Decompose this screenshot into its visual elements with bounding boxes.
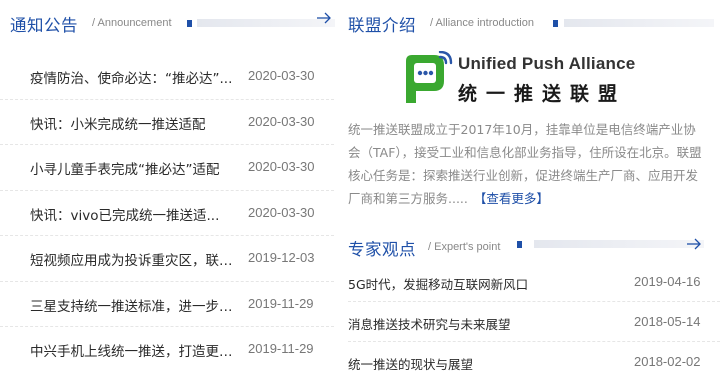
news-date: 2020-03-30 xyxy=(248,159,315,174)
news-title[interactable]: 疫情防治、使命必达：“推必达”... xyxy=(30,67,242,87)
expert-title-text[interactable]: 5G时代，发掘移动互联网新风口 xyxy=(348,274,528,293)
section-divider xyxy=(564,19,714,27)
chat-bubble-signal-icon xyxy=(406,51,453,103)
expert-date: 2019-04-16 xyxy=(634,274,701,289)
announcement-header: 通知公告 / Announcement xyxy=(0,0,335,35)
news-date: 2020-03-30 xyxy=(248,204,315,220)
expert-date: 2018-05-14 xyxy=(634,314,701,329)
announcement-panel: 通知公告 / Announcement 疫情防治、使命必达：“推必达”... 2… xyxy=(0,0,335,378)
alliance-intro: 统一推送联盟成立于2017年10月，挂靠单位是电信终端产业协会（TAF），接受工… xyxy=(348,118,708,210)
logo-name-cn: 统一推送联盟 xyxy=(458,83,627,105)
section-marker xyxy=(187,20,192,27)
arrow-right-icon[interactable] xyxy=(316,11,332,25)
news-item[interactable]: 中兴手机上线统一推送，打造更可... 2019-11-29 xyxy=(0,327,334,373)
news-title[interactable]: 中兴手机上线统一推送，打造更可... xyxy=(30,340,242,360)
expert-header: 专家观点 / Expert's point xyxy=(348,224,720,259)
news-date: 2020-03-30 xyxy=(248,113,315,129)
alliance-subtitle: / Alliance introduction xyxy=(430,17,534,29)
expert-item[interactable]: 统一推送的现状与展望 2018-02-02 xyxy=(348,342,720,378)
news-date: 2019-12-03 xyxy=(248,250,315,265)
news-item[interactable]: 小寻儿童手表完成“推必达”适配 2020-03-30 xyxy=(0,145,334,191)
section-marker xyxy=(553,20,558,27)
section-divider xyxy=(534,240,704,248)
expert-title: 专家观点 xyxy=(348,240,416,259)
alliance-title: 联盟介绍 xyxy=(348,16,416,35)
news-title[interactable]: 快讯：vivo已完成统一推送适... xyxy=(30,204,242,224)
news-title[interactable]: 短视频应用成为投诉重灾区，联盟... xyxy=(30,249,242,269)
news-date: 2020-03-30 xyxy=(248,68,315,83)
arrow-right-icon[interactable] xyxy=(686,237,702,251)
news-item[interactable]: 三星支持统一推送标准，进一步提... 2019-11-29 xyxy=(0,282,334,327)
alliance-logo: Unified Push Alliance 统一推送联盟 xyxy=(400,51,640,107)
announcement-title: 通知公告 xyxy=(10,16,78,35)
news-item[interactable]: 快讯：小米完成统一推送适配 2020-03-30 xyxy=(0,100,334,145)
news-date: 2019-11-29 xyxy=(248,341,314,356)
announcement-list: 疫情防治、使命必达：“推必达”... 2020-03-30 快讯：小米完成统一推… xyxy=(0,54,334,373)
news-title[interactable]: 小寻儿童手表完成“推必达”适配 xyxy=(30,158,242,178)
expert-date: 2018-02-02 xyxy=(634,354,701,369)
announcement-subtitle: / Announcement xyxy=(92,17,172,29)
expert-item[interactable]: 消息推送技术研究与未来展望 2018-05-14 xyxy=(348,302,720,342)
news-title[interactable]: 快讯：小米完成统一推送适配 xyxy=(30,113,242,133)
view-more-link[interactable]: 【查看更多】 xyxy=(474,191,549,206)
news-item[interactable]: 疫情防治、使命必达：“推必达”... 2020-03-30 xyxy=(0,54,334,100)
news-title[interactable]: 三星支持统一推送标准，进一步提... xyxy=(30,295,242,315)
alliance-panel: 联盟介绍 / Alliance introduction Unified Pus… xyxy=(348,0,720,378)
news-item[interactable]: 短视频应用成为投诉重灾区，联盟... 2019-12-03 xyxy=(0,236,334,282)
news-date: 2019-11-29 xyxy=(248,295,314,311)
section-marker xyxy=(517,241,522,248)
section-divider xyxy=(197,19,335,27)
alliance-header: 联盟介绍 / Alliance introduction xyxy=(348,0,720,35)
news-item[interactable]: 快讯：vivo已完成统一推送适... 2020-03-30 xyxy=(0,191,334,236)
logo-name-en: Unified Push Alliance xyxy=(458,54,636,73)
expert-title-text[interactable]: 统一推送的现状与展望 xyxy=(348,354,473,373)
expert-title-text[interactable]: 消息推送技术研究与未来展望 xyxy=(348,314,511,333)
expert-list: 5G时代，发掘移动互联网新风口 2019-04-16 消息推送技术研究与未来展望… xyxy=(348,262,720,378)
expert-item[interactable]: 5G时代，发掘移动互联网新风口 2019-04-16 xyxy=(348,262,720,302)
expert-subtitle: / Expert's point xyxy=(428,241,501,253)
